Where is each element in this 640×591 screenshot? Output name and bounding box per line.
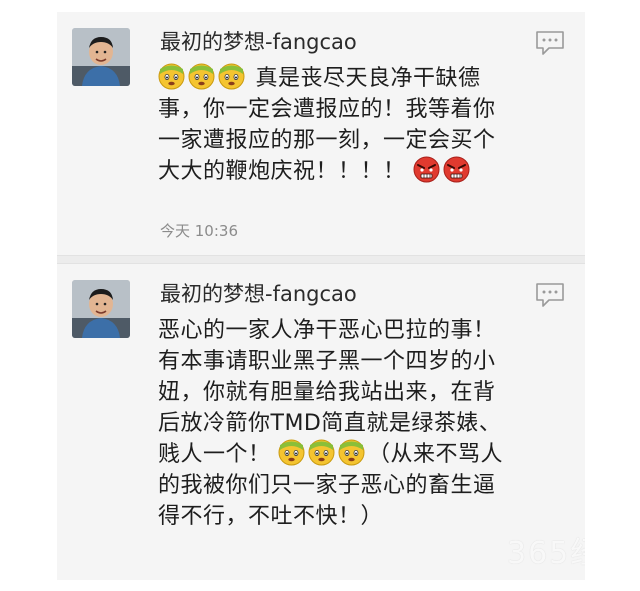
comment-line: 恶心的一家人净干恶心巴拉的事！	[158, 318, 496, 343]
nervous-face-icon	[218, 63, 245, 90]
comment-line: 后放冷箭你TMD简直就是绿茶婊、	[158, 411, 502, 436]
timestamp: 今天 10:36	[160, 222, 238, 240]
username[interactable]: 最初的梦想-fangcao	[160, 29, 357, 55]
comment-line: 一家遭报应的那一刻，一定会买个	[158, 128, 496, 153]
nervous-face-icon	[308, 439, 335, 466]
comment-feed: 最初的梦想-fangcao 真是丧尽天良净干缺德 事，你一定会遭报应的！我等着你…	[57, 12, 585, 580]
comment-line: 真是丧尽天良净干缺德	[255, 66, 481, 91]
comment-text: 真是丧尽天良净干缺德 事，你一定会遭报应的！我等着你 一家遭报应的那一刻，一定会…	[158, 63, 558, 187]
comment-card: 最初的梦想-fangcao 恶心的一家人净干恶心巴拉的事！ 有本事请职业黑子黑一…	[57, 264, 585, 580]
comment-reply-icon[interactable]	[535, 30, 565, 56]
nervous-face-icon	[278, 439, 305, 466]
comment-line: （从来不骂人	[368, 442, 504, 467]
nervous-face-icon	[188, 63, 215, 90]
avatar[interactable]	[72, 280, 130, 338]
nervous-face-icon	[338, 439, 365, 466]
comment-line: 大大的鞭炮庆祝！！！！	[158, 159, 406, 184]
comment-line: 妞，你就有胆量给我站出来，在背	[158, 380, 496, 405]
angry-face-icon	[413, 156, 440, 183]
avatar[interactable]	[72, 28, 130, 86]
username[interactable]: 最初的梦想-fangcao	[160, 281, 357, 307]
comment-reply-icon[interactable]	[535, 282, 565, 308]
comment-line: 的我被你们只一家子恶心的畜生逼	[158, 473, 496, 498]
angry-face-icon	[443, 156, 470, 183]
comment-text: 恶心的一家人净干恶心巴拉的事！ 有本事请职业黑子黑一个四岁的小 妞，你就有胆量给…	[158, 315, 558, 532]
comment-card: 最初的梦想-fangcao 真是丧尽天良净干缺德 事，你一定会遭报应的！我等着你…	[57, 12, 585, 255]
nervous-face-icon	[158, 63, 185, 90]
emoji-row	[158, 63, 256, 91]
comment-line: 得不行，不吐不快！）	[158, 504, 384, 529]
comment-line: 有本事请职业黑子黑一个四岁的小	[158, 349, 496, 374]
comment-line: 事，你一定会遭报应的！我等着你	[158, 97, 496, 122]
comment-divider	[57, 255, 585, 264]
watermark: 365经典	[507, 536, 585, 571]
comment-line: 贱人一个！	[158, 442, 271, 467]
